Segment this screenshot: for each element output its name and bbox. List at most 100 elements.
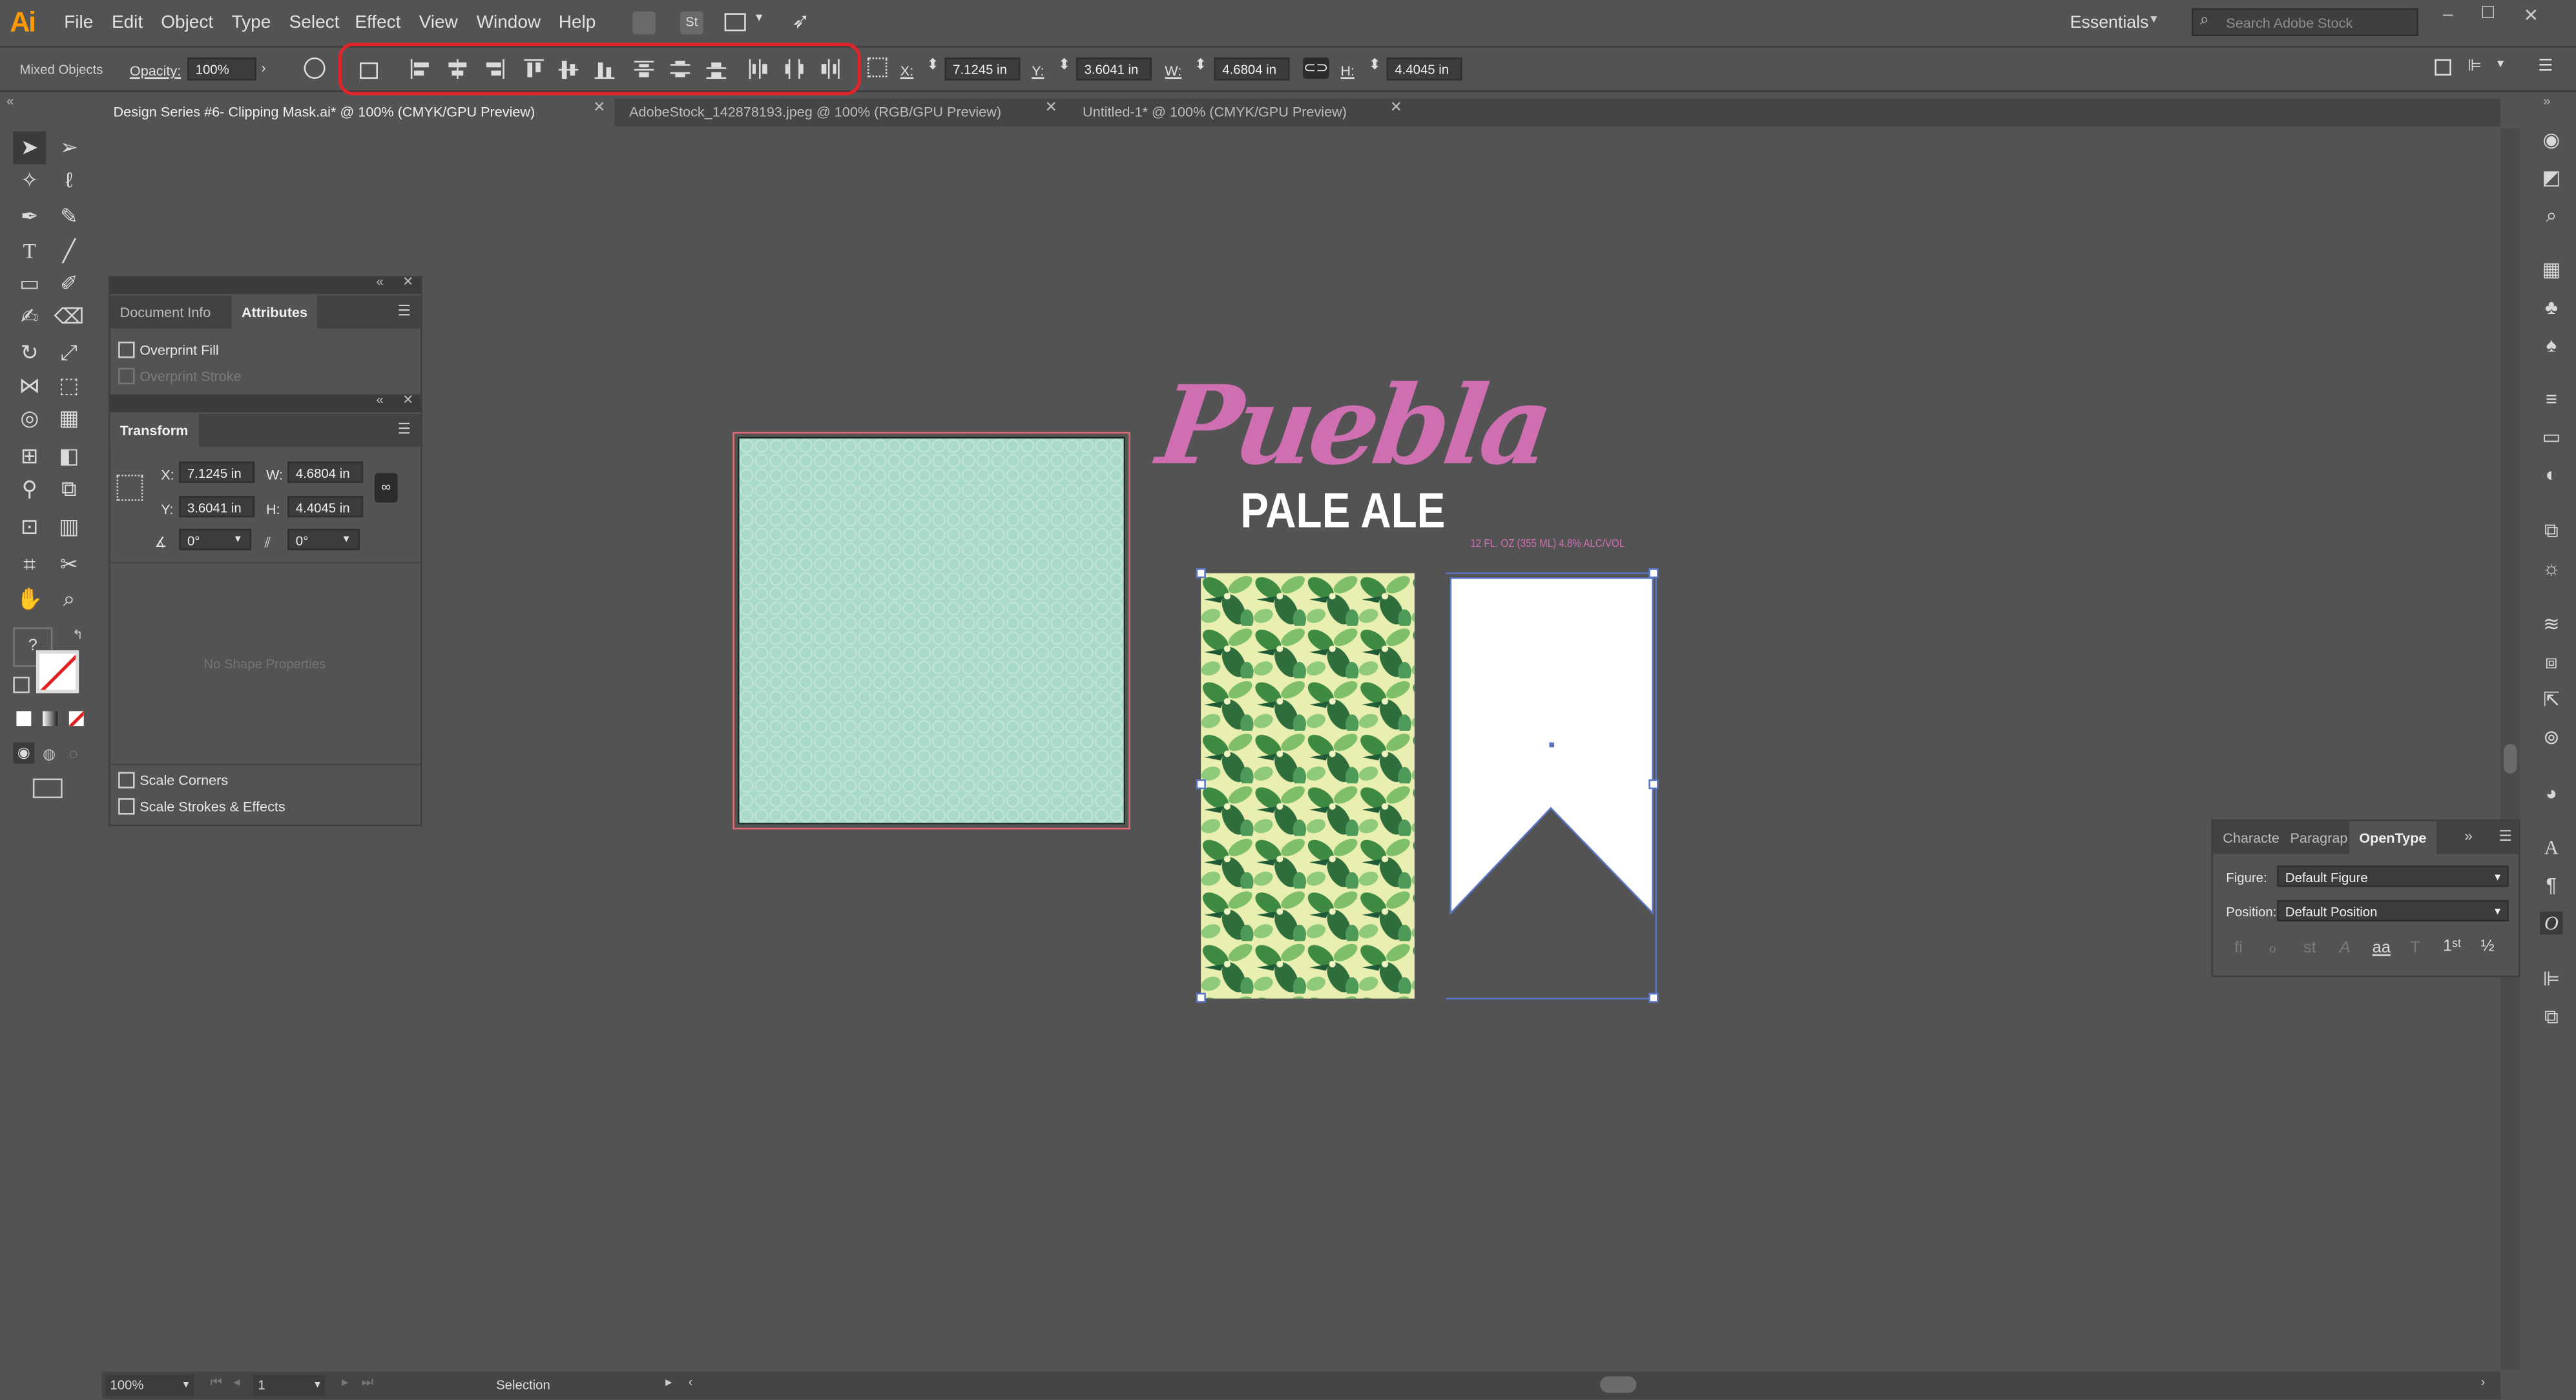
draw-behind-icon[interactable]: ◍: [43, 746, 56, 764]
color-icon[interactable]: ◉: [2540, 128, 2563, 151]
swap-fill-stroke-icon[interactable]: ↰: [72, 628, 83, 643]
stepper-icon[interactable]: ⬍: [1369, 56, 1381, 74]
magic-wand-tool-icon[interactable]: ✧: [13, 164, 46, 197]
rotate-tool-icon[interactable]: ↻: [13, 336, 46, 369]
appearance-icon[interactable]: ⧉: [2540, 519, 2563, 542]
previous-artboard-icon[interactable]: ◂: [233, 1375, 240, 1390]
menu-help[interactable]: Help: [559, 13, 596, 33]
maximize-icon[interactable]: ☐: [2481, 5, 2496, 23]
line-tool-icon[interactable]: ╱: [52, 235, 85, 268]
screen-mode-icon[interactable]: [32, 778, 63, 799]
tab-adobestock[interactable]: AdobeStock_142878193.jpeg @ 100% (RGB/GP…: [618, 99, 1065, 127]
width-tool-icon[interactable]: ⋈: [13, 369, 46, 402]
w-field[interactable]: 4.6804 in: [287, 461, 364, 483]
opacity-label[interactable]: Opacity:: [130, 63, 181, 79]
stepper-icon[interactable]: ⬍: [1058, 56, 1070, 74]
layers-icon[interactable]: ≋: [2540, 613, 2563, 636]
hand-tool-icon[interactable]: ✋: [13, 583, 46, 616]
position-select[interactable]: Default Position ▾: [2277, 900, 2509, 921]
stroke-icon[interactable]: ≡: [2540, 387, 2563, 411]
arrange-icon[interactable]: ⊫: [2467, 57, 2482, 76]
horizontal-scroll-thumb[interactable]: [1600, 1376, 1637, 1393]
workspace-switcher[interactable]: Essentials: [2070, 13, 2149, 33]
close-icon[interactable]: ✕: [2524, 5, 2539, 26]
arrange-documents-icon[interactable]: [724, 13, 746, 32]
tab-untitled[interactable]: Untitled-1* @ 100% (CMYK/GPU Preview): [1071, 99, 1416, 127]
x-field[interactable]: 7.1245 in: [944, 57, 1021, 81]
collapse-toolbar-icon[interactable]: «: [6, 94, 14, 108]
curvature-tool-icon[interactable]: ✎: [52, 200, 85, 233]
bridge-icon[interactable]: [632, 11, 656, 35]
gpu-performance-icon[interactable]: ➶: [792, 8, 810, 35]
first-artboard-icon[interactable]: ⏮: [211, 1375, 222, 1391]
y-field[interactable]: 3.6041 in: [179, 496, 255, 518]
tropical-leaves-image[interactable]: [1201, 573, 1415, 999]
tab-design-series[interactable]: Design Series #6- Clipping Mask.ai* @ 10…: [101, 98, 615, 127]
panel-menu-icon[interactable]: ☰: [398, 420, 411, 438]
pale-ale-text[interactable]: PALE ALE: [1240, 484, 1445, 540]
close-icon[interactable]: ✕: [402, 274, 413, 289]
close-icon[interactable]: ✕: [593, 99, 605, 117]
volume-text[interactable]: 12 FL. OZ (355 ML) 4.8% ALC/VOL: [1470, 539, 1625, 550]
tab-document-info[interactable]: Document Info: [110, 296, 220, 329]
stock-search-box[interactable]: ⌕ Search Adobe Stock: [2191, 8, 2418, 36]
recolor-artwork-icon[interactable]: [304, 57, 326, 79]
discretionary-ligatures-icon[interactable]: st: [2303, 940, 2316, 958]
opacity-field[interactable]: 100%: [187, 57, 256, 81]
collapse-dock-icon[interactable]: »: [2543, 94, 2550, 108]
menu-object[interactable]: Object: [161, 13, 213, 33]
scale-strokes-checkbox[interactable]: [118, 798, 135, 815]
draw-normal-icon[interactable]: ◉: [13, 742, 35, 764]
selection-tool-icon[interactable]: ➤: [13, 131, 47, 165]
color-mode-icon[interactable]: [16, 711, 32, 726]
scroll-right-icon[interactable]: ›: [2481, 1375, 2486, 1390]
menu-effect[interactable]: Effect: [355, 13, 400, 33]
blend-tool-icon[interactable]: ⧉: [52, 473, 85, 506]
chevron-down-icon[interactable]: ▾: [2497, 56, 2504, 70]
align-icon[interactable]: ⊫: [2540, 967, 2563, 991]
symbol-sprayer-tool-icon[interactable]: ⊡: [13, 511, 46, 544]
x-field[interactable]: 7.1245 in: [179, 461, 255, 483]
lasso-tool-icon[interactable]: ℓ: [52, 164, 85, 197]
artboards-icon[interactable]: ⧈: [2540, 650, 2563, 674]
chevron-down-icon[interactable]: ▾: [235, 532, 241, 546]
column-graph-tool-icon[interactable]: ▥: [52, 511, 85, 544]
chevron-right-icon[interactable]: ›: [261, 59, 265, 76]
slice-tool-icon[interactable]: ✂: [52, 548, 85, 581]
reference-point-icon[interactable]: [867, 57, 888, 77]
standard-ligatures-icon[interactable]: fi: [2234, 940, 2243, 958]
tab-character[interactable]: Characte: [2213, 821, 2289, 854]
overprint-fill-checkbox[interactable]: [118, 342, 135, 358]
tab-opentype[interactable]: OpenType: [2349, 821, 2436, 854]
collapse-icon[interactable]: «: [376, 393, 383, 407]
direct-selection-tool-icon[interactable]: ➢: [52, 131, 85, 164]
scale-tool-icon[interactable]: ⤢: [52, 336, 85, 369]
eraser-tool-icon[interactable]: ⌫: [52, 300, 85, 333]
links-icon[interactable]: ⊚: [2540, 726, 2563, 749]
artboard-select[interactable]: 1 ▾: [253, 1374, 326, 1396]
transform-icon[interactable]: [2435, 59, 2451, 76]
figure-select[interactable]: Default Figure ▾: [2277, 865, 2509, 887]
titling-alternates-icon[interactable]: T: [2410, 940, 2420, 958]
pen-tool-icon[interactable]: ✒: [13, 200, 46, 233]
scroll-left-icon[interactable]: ‹: [689, 1375, 693, 1390]
overprint-stroke-checkbox[interactable]: [118, 367, 135, 385]
banner-shape[interactable]: [1446, 568, 1663, 1005]
h-field[interactable]: 4.4045 in: [1386, 57, 1462, 81]
menu-type[interactable]: Type: [232, 13, 271, 33]
default-colors-icon[interactable]: [13, 676, 30, 694]
menu-edit[interactable]: Edit: [112, 13, 143, 33]
zoom-select[interactable]: 100% ▾: [105, 1374, 194, 1396]
shaper-tool-icon[interactable]: ✍: [13, 300, 46, 333]
minimize-icon[interactable]: –: [2443, 5, 2453, 25]
scale-corners-checkbox[interactable]: [118, 772, 135, 788]
type-tool-icon[interactable]: T: [13, 235, 46, 268]
menu-window[interactable]: Window: [477, 13, 541, 33]
w-field[interactable]: 4.6804 in: [1214, 57, 1290, 81]
brushes-icon[interactable]: ♣: [2540, 296, 2563, 319]
asset-export-icon[interactable]: ⇱: [2540, 688, 2563, 712]
close-icon[interactable]: ✕: [1390, 99, 1402, 117]
stepper-icon[interactable]: ⬍: [1194, 56, 1207, 74]
tab-transform[interactable]: Transform: [110, 413, 198, 447]
libraries-icon[interactable]: ⌕: [2540, 203, 2563, 227]
